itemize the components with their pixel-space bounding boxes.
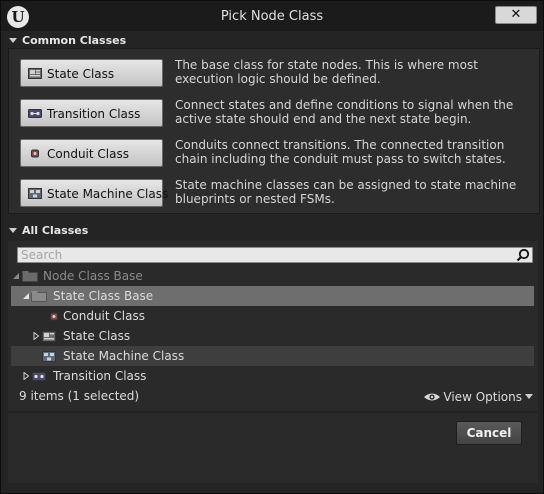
state-machine-class-description: State machine classes can be assigned to… — [175, 178, 517, 206]
transition-class-button[interactable]: Transition Class — [20, 99, 163, 127]
transition-node-icon — [32, 372, 46, 381]
state-class-label: State Class — [47, 67, 115, 81]
collapsed-arrow-icon[interactable] — [32, 332, 40, 340]
conduit-class-label: Conduit Class — [47, 147, 129, 161]
tree-item-label: State Machine Class — [63, 349, 185, 363]
transition-class-description: Connect states and define conditions to … — [175, 98, 514, 126]
cancel-button[interactable]: Cancel — [456, 421, 522, 445]
state-node-icon — [42, 331, 56, 342]
common-classes-title: Common Classes — [22, 34, 127, 47]
expanded-arrow-icon[interactable] — [12, 272, 20, 280]
transition-node-icon — [28, 109, 42, 118]
state-machine-icon — [42, 351, 56, 362]
tree-item-label: Node Class Base — [43, 269, 143, 283]
view-options-label: View Options — [443, 390, 522, 404]
search-input[interactable] — [21, 248, 511, 262]
state-node-icon — [28, 68, 42, 79]
state-class-button[interactable]: State Class — [20, 59, 163, 87]
folder-icon — [31, 291, 47, 302]
item-count-status: 9 items (1 selected) — [19, 389, 140, 403]
conduit-class-button[interactable]: Conduit Class — [20, 139, 163, 167]
chevron-down-icon — [525, 394, 533, 399]
eye-icon — [424, 393, 441, 401]
conduit-class-description: Conduits connect transitions. The connec… — [175, 138, 506, 166]
state-machine-class-button[interactable]: State Machine Class — [20, 179, 168, 207]
tree-item-state-class-base[interactable]: State Class Base — [11, 286, 534, 306]
tree-item-conduit-class[interactable]: Conduit Class — [11, 306, 534, 326]
all-classes-panel: Node Class Base State Class Base Conduit… — [8, 241, 538, 411]
all-classes-title: All Classes — [22, 224, 89, 237]
collapse-arrow-icon — [9, 38, 17, 43]
tree-item-state-class[interactable]: State Class — [11, 326, 534, 346]
all-classes-header[interactable]: All Classes — [7, 222, 88, 240]
title-bar[interactable]: U Pick Node Class ✕ — [1, 1, 543, 31]
state-machine-icon — [28, 188, 42, 199]
conduit-node-icon — [31, 149, 39, 158]
pick-node-class-dialog: U Pick Node Class ✕ Common Classes State… — [0, 0, 544, 494]
common-classes-panel: State Class The base class for state nod… — [8, 48, 540, 214]
close-button[interactable]: ✕ — [495, 6, 537, 24]
tree-item-label: Transition Class — [53, 369, 147, 383]
search-box[interactable] — [17, 247, 533, 263]
collapsed-arrow-icon[interactable] — [22, 372, 30, 380]
transition-class-label: Transition Class — [47, 107, 141, 121]
expanded-arrow-icon[interactable] — [22, 292, 30, 300]
tree-item-node-class-base[interactable]: Node Class Base — [11, 266, 534, 286]
tree-item-state-machine-class[interactable]: State Machine Class — [11, 346, 534, 366]
tree-item-label: State Class — [63, 329, 131, 343]
dialog-footer: Cancel — [8, 413, 538, 483]
tree-item-label: State Class Base — [53, 289, 154, 303]
conduit-node-icon — [50, 312, 58, 321]
window-title: Pick Node Class — [220, 9, 324, 24]
folder-icon — [22, 271, 38, 282]
state-machine-class-label: State Machine Class — [47, 187, 169, 201]
tree-item-label: Conduit Class — [63, 309, 145, 323]
view-options-button[interactable]: View Options — [423, 389, 533, 405]
state-class-description: The base class for state nodes. This is … — [175, 58, 478, 86]
collapse-arrow-icon — [9, 228, 17, 233]
tree-item-transition-class[interactable]: Transition Class — [11, 366, 534, 386]
search-icon[interactable] — [516, 248, 530, 262]
